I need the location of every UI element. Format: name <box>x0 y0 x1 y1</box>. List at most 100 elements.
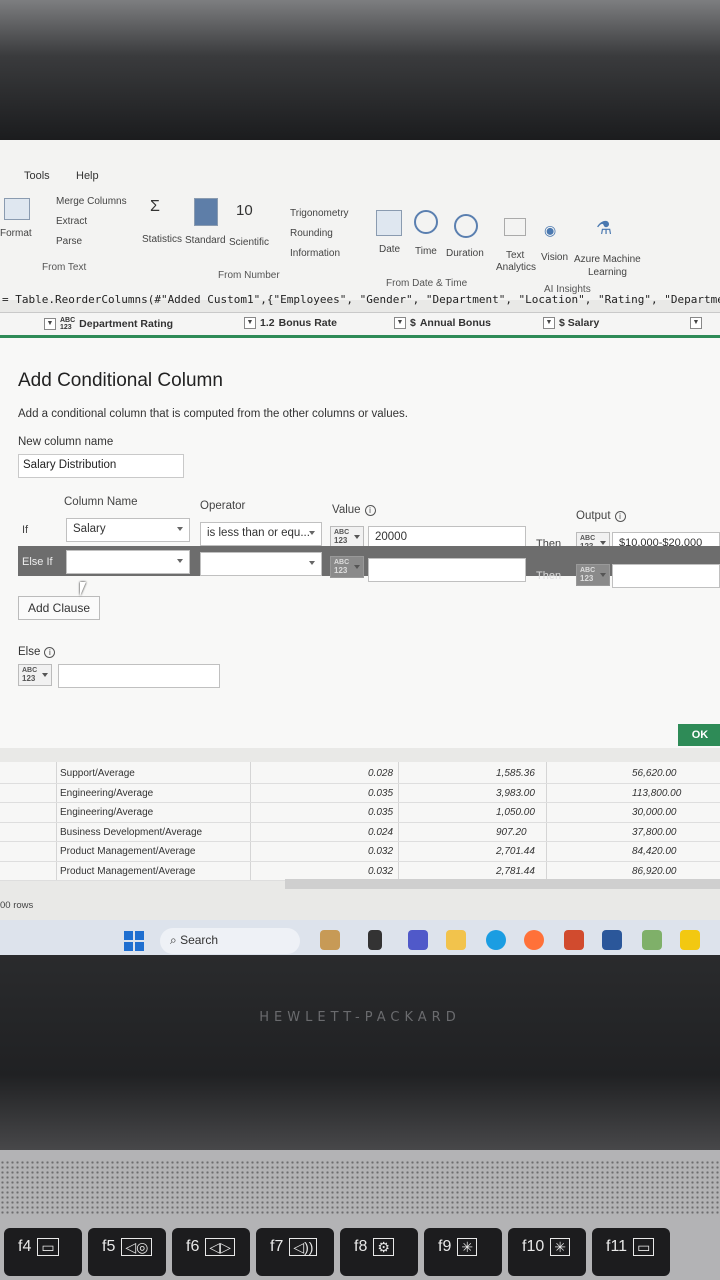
chevron-down-icon[interactable]: ▼ <box>244 317 256 329</box>
chevron-down-icon[interactable]: ▼ <box>394 317 406 329</box>
add-clause-button[interactable]: Add Clause <box>18 596 100 620</box>
taskbar: ⌕ Search <box>0 920 720 960</box>
function-key-label: f8 <box>354 1238 368 1255</box>
column-header-next[interactable]: ▼ <box>690 317 702 329</box>
table-cell-dept: Engineering/Average <box>60 787 154 799</box>
format-button[interactable]: Format <box>0 228 32 239</box>
photos-icon[interactable] <box>642 930 662 950</box>
chevron-down-icon[interactable]: ▼ <box>543 317 555 329</box>
table-cell-salary: 84,420.00 <box>632 846 677 857</box>
else-output-input[interactable] <box>58 664 220 688</box>
power-bi-icon[interactable] <box>680 930 700 950</box>
firefox-icon[interactable] <box>524 930 544 950</box>
screen: Tools Help Format Merge Columns Extract … <box>0 140 720 960</box>
table-row[interactable]: Support/Average 0.028 1,585.36 56,620.00 <box>0 764 720 784</box>
elseif-column-select[interactable] <box>66 550 190 574</box>
azure-ml-label-1[interactable]: Azure Machine <box>574 254 641 265</box>
store-icon[interactable] <box>564 930 584 950</box>
menu-tools[interactable]: Tools <box>24 170 50 182</box>
statistics-button[interactable]: Statistics <box>142 234 182 245</box>
function-key[interactable]: f4 ▭ <box>4 1228 82 1276</box>
function-key[interactable]: f11 ▭ <box>592 1228 670 1276</box>
time-button[interactable]: Time <box>415 246 437 257</box>
chevron-down-icon <box>600 573 606 577</box>
add-conditional-column-dialog: Add Conditional Column Add a conditional… <box>0 338 720 748</box>
elseif-operator-select[interactable] <box>200 552 322 576</box>
chevron-down-icon <box>177 527 183 531</box>
table-row[interactable]: Product Management/Average 0.032 2,701.44 8… <box>0 842 720 862</box>
teams-icon[interactable] <box>408 930 428 950</box>
data-grid: Support/Average 0.028 1,585.36 56,620.00 Eng… <box>0 762 720 881</box>
chevron-down-icon[interactable]: ▼ <box>44 318 56 330</box>
word-icon[interactable] <box>602 930 622 950</box>
from-number-label: From Number <box>218 270 280 281</box>
table-row[interactable]: Engineering/Average 0.035 3,983.00 113,800.… <box>0 784 720 803</box>
function-key[interactable]: f7 ◁)) <box>256 1228 334 1276</box>
function-key[interactable]: f8 ⚙ <box>340 1228 418 1276</box>
else-type-select[interactable]: ABC 123 <box>18 664 52 686</box>
task-view-icon[interactable] <box>368 930 382 950</box>
table-cell-salary: 113,800.00 <box>632 787 682 799</box>
chevron-down-icon <box>309 531 315 535</box>
chevron-down-icon <box>42 673 48 677</box>
file-explorer-icon[interactable] <box>446 930 466 950</box>
information-button[interactable]: Information <box>290 248 340 259</box>
text-analytics-label-2[interactable]: Analytics <box>496 262 536 273</box>
rounding-button[interactable]: Rounding <box>290 228 333 239</box>
chevron-down-icon <box>354 565 360 569</box>
elseif-output-type-select[interactable]: ABC 123 <box>576 564 610 586</box>
info-icon: i <box>364 505 376 516</box>
table-cell-salary: 86,920.00 <box>632 865 677 877</box>
elseif-value-input[interactable] <box>368 558 526 582</box>
edge-icon[interactable] <box>486 930 506 950</box>
vision-button[interactable]: Vision <box>541 252 568 263</box>
column-header-bonus-rate[interactable]: ▼ 1.2 Bonus Rate <box>244 317 337 329</box>
function-key-label: f4 <box>18 1238 32 1255</box>
function-key-icon: ◁◎ <box>121 1238 153 1256</box>
function-key-label: f6 <box>186 1238 200 1255</box>
scientific-button[interactable]: Scientific <box>229 237 269 248</box>
function-key[interactable]: f5 ◁◎ <box>88 1228 166 1276</box>
column-header-department-rating[interactable]: ▼ ABC 123 Department Rating <box>44 317 173 331</box>
sigma-icon: Σ <box>150 198 160 215</box>
azure-ml-label-2[interactable]: Learning <box>588 267 627 278</box>
format-icon[interactable] <box>4 198 30 220</box>
function-key[interactable]: f9 ✳ <box>424 1228 502 1276</box>
vision-icon: ◉ <box>544 222 557 238</box>
dialog-description: Add a conditional column that is compute… <box>18 408 408 420</box>
column-header-salary[interactable]: ▼ $ Salary <box>543 317 599 329</box>
if-column-select[interactable]: Salary <box>66 518 190 542</box>
if-value-type-select[interactable]: ABC 123 <box>330 526 364 548</box>
table-row[interactable]: Engineering/Average 0.035 1,050.00 30,000.0… <box>0 803 720 823</box>
function-key-icon: ▭ <box>37 1238 59 1256</box>
duration-icon <box>454 214 478 238</box>
formula-bar[interactable]: = Table.ReorderColumns(#"Added Custom1",… <box>0 290 720 312</box>
date-button[interactable]: Date <box>379 244 400 255</box>
chevron-down-icon[interactable]: ▼ <box>690 317 702 329</box>
new-column-name-input[interactable]: Salary Distribution <box>18 454 184 478</box>
standard-button[interactable]: Standard <box>185 235 226 246</box>
function-key[interactable]: f10 ✳ <box>508 1228 586 1276</box>
function-key-label: f9 <box>438 1238 452 1255</box>
azure-ml-icon: ⚗ <box>596 218 613 238</box>
trigonometry-button[interactable]: Trigonometry <box>290 208 349 219</box>
widgets-icon[interactable] <box>320 930 340 950</box>
ok-button[interactable]: OK <box>678 724 720 746</box>
from-datetime-label: From Date & Time <box>386 278 468 289</box>
function-key[interactable]: f6 ◁▷ <box>172 1228 250 1276</box>
extract-button[interactable]: Extract <box>56 216 87 227</box>
menu-help[interactable]: Help <box>76 170 99 182</box>
horizontal-scrollbar[interactable] <box>285 879 720 889</box>
taskbar-search[interactable]: ⌕ Search <box>160 928 300 954</box>
elseif-value-type-select[interactable]: ABC 123 <box>330 556 364 578</box>
parse-button[interactable]: Parse <box>56 236 82 247</box>
table-cell-bonus: 1,585.36 <box>496 768 535 779</box>
merge-columns-button[interactable]: Merge Columns <box>56 196 127 207</box>
if-operator-select[interactable]: is less than or equ... <box>200 522 322 546</box>
table-row[interactable]: Business Development/Average 0.024 907.20 3… <box>0 823 720 842</box>
duration-button[interactable]: Duration <box>446 248 484 259</box>
text-analytics-label-1[interactable]: Text <box>506 250 524 261</box>
column-header-annual-bonus[interactable]: ▼ $ Annual Bonus <box>394 317 491 329</box>
windows-start-icon[interactable] <box>124 931 144 951</box>
elseif-output-input[interactable] <box>612 564 720 588</box>
